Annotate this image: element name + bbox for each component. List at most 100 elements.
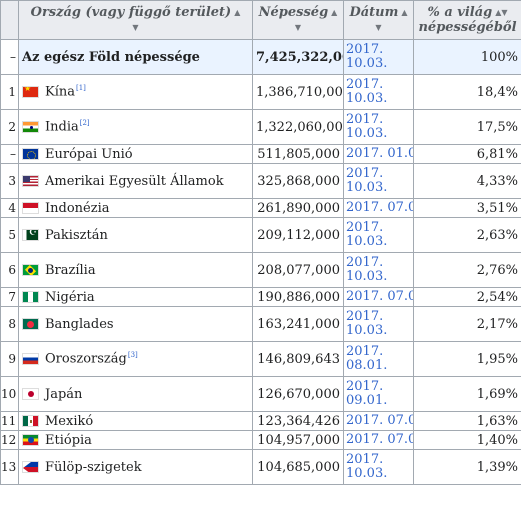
date-cell[interactable]: 2017. 07.01. [343,411,414,431]
country-cell: Az egész Föld népessége [18,39,253,75]
date-line2: 10.03. [346,126,388,141]
date-cell[interactable]: 2017. 10.03. [343,74,414,110]
country-link[interactable]: Amerikai Egyesült Államok [45,174,224,189]
bangladesh-flag-icon[interactable] [22,318,39,330]
country-link[interactable]: Brazília [45,263,96,278]
population-cell: 104,957,000 [252,430,344,450]
rank-cell: 6 [0,252,19,288]
mexico-flag-icon[interactable] [22,415,39,427]
russia-flag-icon[interactable] [22,353,39,366]
percent-header-label-line1: % a világ [427,5,493,20]
country-cell: Amerikai Egyesült Államok [18,163,253,199]
date-cell[interactable]: 2017. 09.01. [343,376,414,412]
country-link[interactable]: Mexikó [45,414,93,429]
date-cell[interactable]: 2017. 07.01. [343,198,414,218]
brazil-flag-icon[interactable] [22,264,39,276]
country-cell: India[2] [18,109,253,145]
date-column-header[interactable]: Dátum ▲ ▼ [343,0,414,40]
pakistan-flag-icon[interactable] [22,229,39,241]
percent-cell: 100% [413,39,521,75]
world-total-row: –Az egész Föld népessége 7,425,322,000201… [0,39,521,75]
country-link[interactable]: Nigéria [45,290,95,305]
date-cell[interactable]: 2017. 01.01. [343,144,414,164]
population-cell: 325,868,000 [252,163,344,199]
population-cell: 190,886,000 [252,287,344,307]
rank-cell: 2 [0,109,19,145]
date-line1: 2017. 07.01. [346,200,413,215]
country-link[interactable]: Pakisztán [45,228,108,243]
population-cell: 261,890,000 [252,198,344,218]
country-cell: Banglades [18,306,253,342]
reference-link[interactable]: [1] [76,84,86,92]
date-cell[interactable]: 2017. 08.01. [343,341,414,377]
table-row: 7 Nigéria 190,886,0002017. 07.01.2,54% [0,287,521,307]
date-line1: 2017. 01.01. [346,146,413,161]
date-cell[interactable]: 2017. 07.01. [343,287,414,307]
percent-cell: 1,69% [413,376,521,412]
country-cell: Etiópia [18,430,253,450]
country-link[interactable]: Banglades [45,317,114,332]
percent-cell: 6,81% [413,144,521,164]
table-body: –Az egész Föld népessége7,425,322,000201… [0,39,521,485]
country-link[interactable]: Japán [45,387,82,402]
country-link[interactable]: Fülöp-szigetek [45,460,142,475]
date-line2: 08.01. [346,358,388,373]
date-cell[interactable]: 2017. 10.03. [343,39,414,75]
table-row: 13 Fülöp-szigetek 104,685,000 2017. 10.03. 1,… [0,449,521,485]
eu-flag-icon[interactable] [22,148,39,160]
date-cell[interactable]: 2017. 10.03. [343,449,414,485]
country-cell: Japán [18,376,253,412]
country-header-label: Ország (vagy függő terület) [30,5,232,20]
country-link[interactable]: India [45,120,79,135]
date-cell[interactable]: 2017. 10.03. [343,163,414,199]
date-line1: 2017. 07.01. [346,432,413,447]
china-flag-icon[interactable] [22,86,39,99]
date-line1: 2017. 07.01. [346,289,413,304]
date-cell[interactable]: 2017. 10.03. [343,306,414,342]
date-line2: 10.03. [346,56,388,71]
percent-column-header[interactable]: % a világ ▲▼ népességéből [413,0,521,40]
philippines-flag-icon[interactable] [22,461,39,473]
ethiopia-flag-icon[interactable] [22,434,39,446]
table-row: 12 Etiópia 104,957,0002017. 07.01.1,40% [0,430,521,450]
percent-cell: 17,5% [413,109,521,145]
india-flag-icon[interactable] [22,121,39,134]
country-link[interactable]: Európai Unió [45,147,133,162]
country-link[interactable]: Oroszország [45,352,127,367]
country-link[interactable]: Kína [45,85,75,100]
country-column-header[interactable]: Ország (vagy függő terület) ▲ ▼ [18,0,253,40]
japan-flag-icon[interactable] [22,388,39,400]
world-label: Az egész Föld népessége [22,49,200,65]
country-cell: Európai Unió [18,144,253,164]
population-cell: 104,685,000 [252,449,344,485]
date-line1: 2017. [346,220,384,235]
population-column-header[interactable]: Népesség ▲ ▼ [252,0,344,40]
reference-link[interactable]: [3] [128,351,138,359]
date-cell[interactable]: 2017. 10.03. [343,252,414,288]
sort-icon[interactable]: ▲▼ [495,7,507,17]
percent-cell: 18,4% [413,74,521,110]
date-cell[interactable]: 2017. 07.01. [343,430,414,450]
percent-cell: 3,51% [413,198,521,218]
nigeria-flag-icon[interactable] [22,291,39,303]
rank-cell: 4 [0,198,19,218]
usa-flag-icon[interactable] [22,175,39,187]
date-line1: 2017. [346,112,384,127]
reference-link[interactable]: [2] [80,119,90,127]
country-link[interactable]: Indonézia [45,201,109,216]
date-line2: 10.03. [346,323,388,338]
date-cell[interactable]: 2017. 10.03. [343,217,414,253]
percent-cell: 1,95% [413,341,521,377]
country-link[interactable]: Etiópia [45,433,92,448]
table-row: 4 Indonézia 261,890,0002017. 07.01.3,51% [0,198,521,218]
rank-cell: 1 [0,74,19,110]
date-line1: 2017. [346,344,384,359]
percent-header-label-line2: népességéből [418,20,517,35]
population-cell: 146,809,643 [252,341,344,377]
date-cell[interactable]: 2017. 10.03. [343,109,414,145]
indonesia-flag-icon[interactable] [22,202,39,214]
date-line1: 2017. [346,255,384,270]
date-line1: 2017. [346,166,384,181]
percent-cell: 2,76% [413,252,521,288]
table-row: 6 Brazília 208,077,000 2017. 10.03. 2,76% [0,252,521,288]
